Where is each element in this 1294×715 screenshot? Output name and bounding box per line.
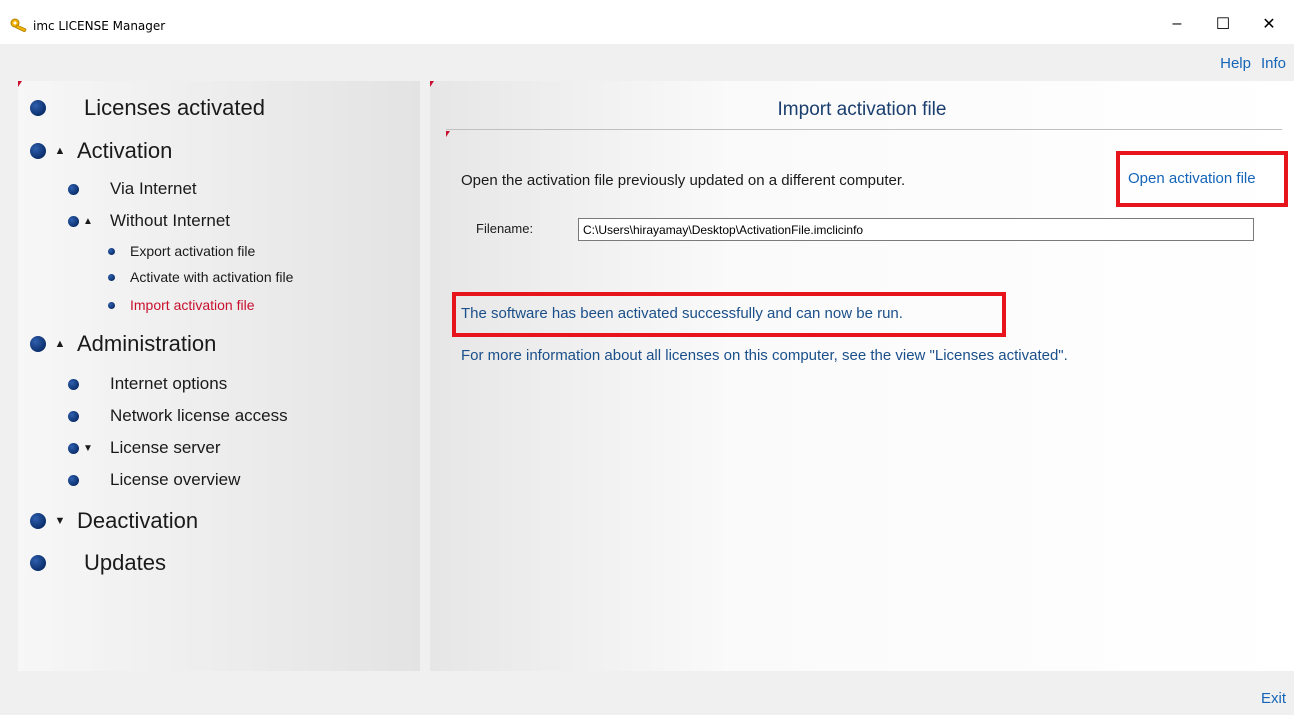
filename-label: Filename:	[476, 221, 534, 236]
title-bar: imc LICENSE Manager – ☐ ✕	[0, 0, 1294, 44]
info-link[interactable]: Info	[1261, 55, 1286, 72]
bullet-icon	[68, 410, 79, 422]
bullet-icon	[108, 247, 115, 255]
description-text: Open the activation file previously upda…	[461, 172, 906, 189]
nav-label: License overview	[110, 470, 241, 489]
key-icon	[10, 18, 27, 32]
bullet-icon	[30, 336, 46, 352]
content-panel: Import activation file Open the activati…	[430, 81, 1294, 671]
nav-deactivation[interactable]: ▼ Deactivation	[30, 508, 198, 534]
bullet-icon	[30, 513, 46, 529]
nav-label: Internet options	[110, 374, 228, 393]
nav-label: Via Internet	[110, 179, 197, 198]
navigation-panel: Licenses activated ▲ Activation Via Inte…	[18, 81, 420, 671]
nav-label: License server	[110, 438, 221, 457]
bullet-icon	[68, 215, 79, 227]
nav-label: Deactivation	[77, 508, 199, 533]
expand-down-icon: ▼	[83, 442, 93, 454]
nav-label: Network license access	[110, 406, 288, 425]
corner-marker	[430, 81, 434, 87]
highlight-box-open-link	[1116, 151, 1288, 207]
minimize-button[interactable]: –	[1154, 8, 1200, 40]
filename-field[interactable]	[578, 218, 1254, 241]
nav-via-internet[interactable]: Via Internet	[68, 179, 197, 199]
more-info-text: For more information about all licenses …	[461, 347, 1068, 364]
page-title: Import activation file	[777, 99, 947, 120]
collapse-up-icon: ▲	[54, 338, 66, 350]
nav-activate-with-activation-file[interactable]: Activate with activation file	[108, 269, 293, 285]
close-button[interactable]: ✕	[1246, 8, 1292, 40]
bullet-icon	[30, 555, 46, 571]
header-links: Help Info	[1210, 55, 1286, 72]
nav-network-license-access[interactable]: Network license access	[68, 406, 288, 426]
expand-down-icon: ▼	[54, 515, 66, 527]
nav-license-server[interactable]: ▼ License server	[68, 438, 221, 458]
nav-label: Updates	[84, 550, 166, 575]
nav-licenses-activated[interactable]: Licenses activated	[30, 95, 265, 121]
bullet-icon	[30, 143, 46, 159]
nav-export-activation-file[interactable]: Export activation file	[108, 243, 255, 259]
exit-link[interactable]: Exit	[1261, 690, 1286, 707]
nav-updates[interactable]: Updates	[30, 550, 166, 576]
highlight-box-success	[452, 292, 1006, 337]
collapse-up-icon: ▲	[54, 145, 66, 157]
nav-label: Export activation file	[130, 243, 256, 259]
nav-label: Activate with activation file	[130, 269, 294, 285]
nav-label: Import activation file	[130, 297, 255, 313]
nav-import-activation-file[interactable]: Import activation file	[108, 297, 255, 313]
nav-label: Without Internet	[110, 211, 231, 230]
nav-label: Administration	[77, 331, 217, 356]
bullet-icon	[68, 442, 79, 454]
bullet-icon	[68, 183, 79, 195]
bullet-icon	[108, 273, 115, 281]
nav-without-internet[interactable]: ▲ Without Internet	[68, 211, 230, 231]
maximize-button[interactable]: ☐	[1200, 8, 1246, 40]
nav-label: Licenses activated	[84, 95, 265, 120]
bullet-icon	[68, 474, 79, 486]
corner-marker	[446, 131, 450, 137]
nav-activation[interactable]: ▲ Activation	[30, 138, 172, 164]
title-divider	[446, 129, 1282, 130]
nav-license-overview[interactable]: License overview	[68, 470, 240, 490]
nav-label: Activation	[77, 138, 173, 163]
bullet-icon	[30, 100, 46, 116]
collapse-up-icon: ▲	[83, 215, 93, 227]
corner-marker	[18, 81, 22, 87]
help-link[interactable]: Help	[1220, 55, 1251, 72]
bullet-icon	[108, 301, 115, 309]
bullet-icon	[68, 378, 79, 390]
nav-administration[interactable]: ▲ Administration	[30, 331, 216, 357]
nav-internet-options[interactable]: Internet options	[68, 374, 227, 394]
window-title: imc LICENSE Manager	[33, 19, 166, 33]
